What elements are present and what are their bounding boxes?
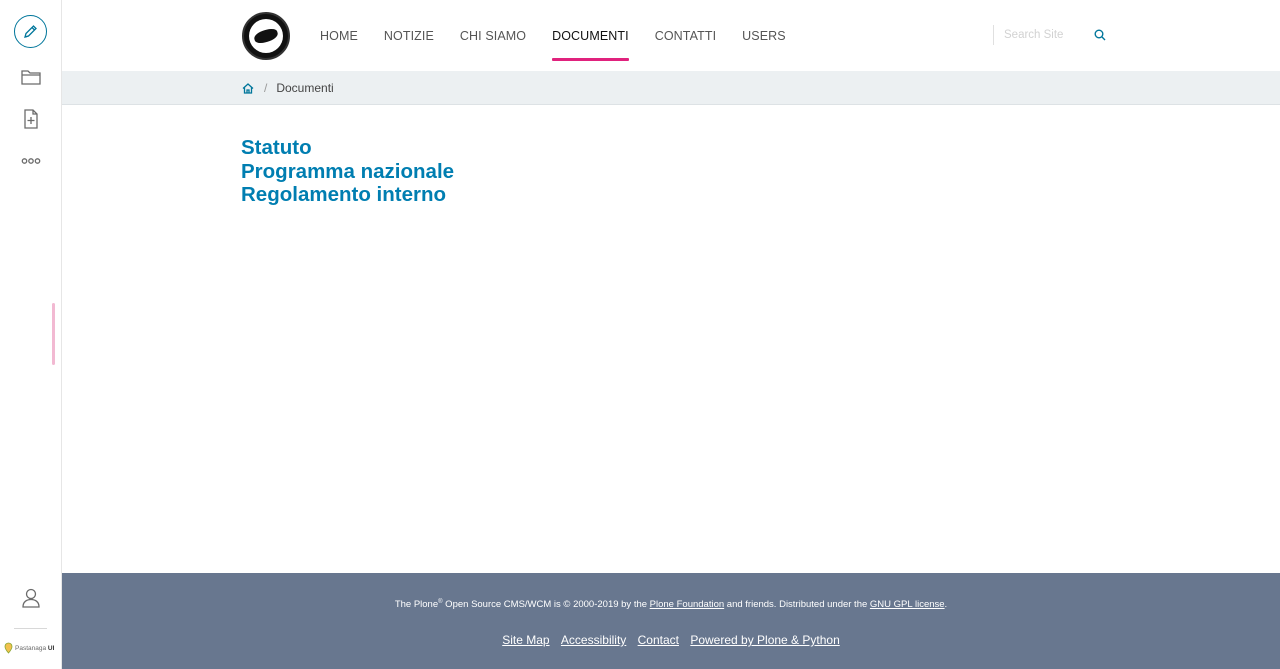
site-logo[interactable] bbox=[242, 12, 290, 60]
site-header: HOME NOTIZIE CHI SIAMO DOCUMENTI CONTATT… bbox=[62, 0, 1280, 71]
footer-link-contact[interactable]: Contact bbox=[638, 633, 679, 647]
user-button[interactable] bbox=[0, 578, 61, 618]
nav-home[interactable]: HOME bbox=[320, 0, 358, 71]
footer-link-powered-by[interactable]: Powered by Plone & Python bbox=[690, 633, 839, 647]
more-button[interactable] bbox=[0, 141, 61, 181]
site-footer: The Plone® Open Source CMS/WCM is © 2000… bbox=[62, 573, 1280, 669]
user-icon bbox=[21, 588, 40, 608]
footer-colophon: The Plone® Open Source CMS/WCM is © 2000… bbox=[62, 599, 1280, 610]
pastanaga-logo-icon bbox=[4, 642, 13, 654]
nav-contatti[interactable]: CONTATTI bbox=[655, 0, 716, 71]
plone-foundation-link[interactable]: Plone Foundation bbox=[650, 599, 724, 610]
search-input[interactable] bbox=[1004, 29, 1082, 41]
breadcrumb-separator: / bbox=[264, 81, 268, 95]
footer-text-4: . bbox=[944, 599, 948, 611]
link-statuto[interactable]: Statuto bbox=[241, 136, 454, 160]
add-document-icon bbox=[23, 109, 38, 129]
edit-button[interactable] bbox=[0, 11, 61, 51]
nav-documenti[interactable]: DOCUMENTI bbox=[552, 0, 629, 71]
breadcrumb: / Documenti bbox=[242, 71, 334, 105]
footer-text-2: Open Source CMS/WCM is © 2000-2019 by th… bbox=[442, 599, 650, 611]
nav-chi-siamo[interactable]: CHI SIAMO bbox=[460, 0, 526, 71]
left-toolbar: Pastanaga UI bbox=[0, 0, 62, 669]
brand-text-bold: UI bbox=[47, 644, 55, 652]
brand-text: Pastanaga bbox=[15, 644, 47, 652]
nav-notizie[interactable]: NOTIZIE bbox=[384, 0, 434, 71]
breadcrumb-bar: / Documenti bbox=[62, 71, 1280, 105]
main-navigation: HOME NOTIZIE CHI SIAMO DOCUMENTI CONTATT… bbox=[320, 0, 812, 71]
nav-users[interactable]: USERS bbox=[742, 0, 786, 71]
breadcrumb-current: Documenti bbox=[276, 81, 334, 95]
more-dots-icon bbox=[21, 158, 40, 164]
footer-links: Site Map Accessibility Contact Powered b… bbox=[62, 633, 1280, 647]
fish-icon bbox=[252, 27, 280, 45]
breadcrumb-home-link[interactable] bbox=[242, 82, 254, 94]
toolbar-scroll-indicator[interactable] bbox=[52, 303, 55, 365]
pencil-icon bbox=[14, 14, 47, 48]
search-box bbox=[993, 25, 1106, 45]
home-icon bbox=[242, 82, 254, 94]
main-content: Statuto Programma nazionale Regolamento … bbox=[241, 136, 454, 207]
link-regolamento-interno[interactable]: Regolamento interno bbox=[241, 183, 454, 207]
gpl-license-link[interactable]: GNU GPL license bbox=[870, 599, 945, 610]
footer-link-site-map[interactable]: Site Map bbox=[502, 633, 549, 647]
search-button[interactable] bbox=[1094, 29, 1106, 41]
logo-emblem bbox=[249, 19, 283, 53]
folder-icon bbox=[20, 70, 41, 85]
contents-button[interactable] bbox=[0, 57, 61, 97]
pastanaga-brand: Pastanaga UI bbox=[4, 642, 54, 654]
link-programma-nazionale[interactable]: Programma nazionale bbox=[241, 160, 454, 184]
add-content-button[interactable] bbox=[0, 99, 61, 139]
search-icon bbox=[1094, 29, 1106, 41]
footer-text-3: and friends. Distributed under the bbox=[724, 599, 870, 611]
footer-text-1: The Plone bbox=[394, 599, 439, 611]
toolbar-divider bbox=[14, 628, 47, 629]
footer-link-accessibility[interactable]: Accessibility bbox=[561, 633, 626, 647]
